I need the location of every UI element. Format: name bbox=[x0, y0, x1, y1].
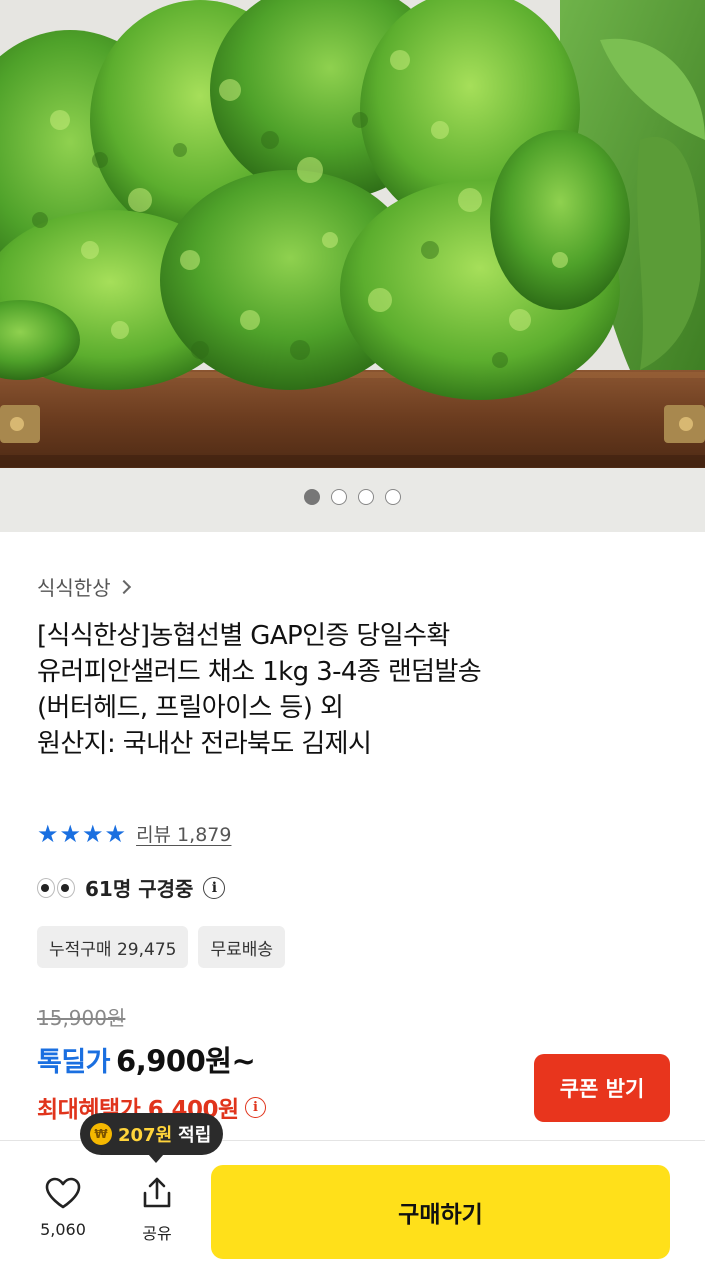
star-icon: ★ bbox=[59, 819, 82, 848]
share-button[interactable]: 공유 bbox=[122, 1176, 192, 1244]
deal-price: 6,900원~ bbox=[116, 1044, 256, 1078]
review-count-link[interactable]: 리뷰 1,879 bbox=[136, 820, 231, 847]
original-price: 15,900원 bbox=[37, 1006, 126, 1030]
rating-row: ★ ★ ★ ★ 리뷰 1,879 bbox=[37, 820, 231, 847]
info-icon[interactable]: i bbox=[203, 876, 226, 899]
product-title-line: (버터헤드, 프릴아이스 등) 외 bbox=[37, 693, 344, 723]
star-rating: ★ ★ ★ ★ bbox=[37, 822, 126, 846]
product-title-line: [식식한상]농협선별 GAP인증 당일수확 bbox=[37, 621, 450, 651]
chevron-right-icon bbox=[116, 579, 131, 595]
gallery-dot[interactable] bbox=[304, 489, 320, 505]
star-icon: ★ bbox=[82, 819, 104, 848]
product-image-gallery[interactable] bbox=[0, 0, 705, 532]
gallery-dot[interactable] bbox=[385, 489, 401, 505]
eyes-icon bbox=[37, 877, 75, 898]
gallery-pagination bbox=[0, 489, 705, 505]
seller-name: 식식한상 bbox=[37, 576, 111, 600]
buy-button[interactable]: 구매하기 bbox=[211, 1165, 670, 1259]
watching-text: 61명 구경중 bbox=[85, 877, 194, 901]
heart-icon bbox=[45, 1177, 81, 1209]
lettuce-product-photo bbox=[0, 0, 705, 532]
deal-price-row: 톡딜가 6,900원~ bbox=[37, 1038, 256, 1080]
like-count: 5,060 bbox=[40, 1220, 86, 1239]
points-amount: 207원 bbox=[118, 1125, 173, 1146]
share-icon bbox=[143, 1177, 171, 1208]
star-icon: ★ bbox=[37, 819, 59, 848]
watching-count: 61명 구경중 i bbox=[37, 873, 226, 902]
info-icon[interactable]: i bbox=[244, 1096, 266, 1118]
product-title-line: 유러피안샐러드 채소 1kg 3-4종 랜덤발송 bbox=[37, 657, 482, 687]
points-tooltip: ₩ 207원 적립 bbox=[80, 1113, 224, 1163]
gallery-dot[interactable] bbox=[331, 489, 347, 505]
star-icon: ★ bbox=[104, 819, 127, 848]
product-title-line: 원산지: 국내산 전라북도 김제시 bbox=[37, 729, 372, 759]
share-label: 공유 bbox=[142, 1224, 172, 1243]
tag-free-shipping: 무료배송 bbox=[198, 926, 286, 968]
product-tags: 누적구매 29,475 무료배송 bbox=[37, 926, 286, 968]
product-title: [식식한상]농협선별 GAP인증 당일수확 유러피안샐러드 채소 1kg 3-4… bbox=[37, 618, 677, 762]
gallery-dot[interactable] bbox=[358, 489, 374, 505]
deal-label: 톡딜가 bbox=[37, 1047, 111, 1078]
points-suffix: 적립 bbox=[178, 1125, 212, 1146]
seller-link[interactable]: 식식한상 bbox=[37, 572, 131, 601]
coupon-button[interactable]: 쿠폰 받기 bbox=[534, 1054, 670, 1122]
coin-icon: ₩ bbox=[90, 1123, 112, 1145]
tag-cumulative-purchases: 누적구매 29,475 bbox=[37, 926, 189, 968]
like-button[interactable]: 5,060 bbox=[28, 1176, 98, 1239]
